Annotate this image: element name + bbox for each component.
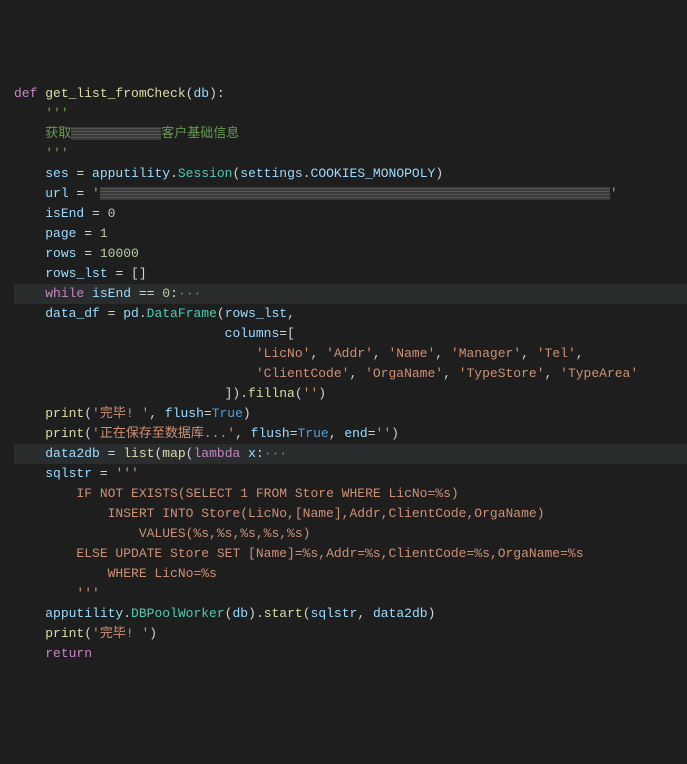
line-page: page = 1	[14, 224, 687, 244]
line-url: url = ''	[14, 184, 687, 204]
line-docstring-close: '''	[14, 144, 687, 164]
line-sql3: VALUES(%s,%s,%s,%s,%s)	[14, 524, 687, 544]
line-dbpool: apputility.DBPoolWorker(db).start(sqlstr…	[14, 604, 687, 624]
line-datadf: data_df = pd.DataFrame(rows_lst,	[14, 304, 687, 324]
line-sql2: INSERT INTO Store(LicNo,[Name],Addr,Clie…	[14, 504, 687, 524]
code-editor[interactable]: def get_list_fromCheck(db): ''' 获取客户基础信息…	[14, 84, 687, 664]
line-def: def get_list_fromCheck(db):	[14, 84, 687, 104]
fold-indicator[interactable]: ···	[264, 446, 287, 461]
redacted-region	[71, 127, 161, 140]
line-cols2: 'ClientCode', 'OrgaName', 'TypeStore', '…	[14, 364, 687, 384]
line-docstring-open: '''	[14, 104, 687, 124]
line-sql1: IF NOT EXISTS(SELECT 1 FROM Store WHERE …	[14, 484, 687, 504]
fold-indicator[interactable]: ···	[178, 286, 201, 301]
line-sqlclose: '''	[14, 584, 687, 604]
line-ses: ses = apputility.Session(settings.COOKIE…	[14, 164, 687, 184]
line-sql4: ELSE UPDATE Store SET [Name]=%s,Addr=%s,…	[14, 544, 687, 564]
line-fillna: ]).fillna('')	[14, 384, 687, 404]
line-rowslst: rows_lst = []	[14, 264, 687, 284]
line-while: while isEnd == 0:···	[14, 284, 687, 304]
line-sqlstr: sqlstr = '''	[14, 464, 687, 484]
line-sql5: WHERE LicNo=%s	[14, 564, 687, 584]
line-rows: rows = 10000	[14, 244, 687, 264]
line-print3: print('完毕! ')	[14, 624, 687, 644]
line-cols1: 'LicNo', 'Addr', 'Name', 'Manager', 'Tel…	[14, 344, 687, 364]
line-print2: print('正在保存至数据库...', flush=True, end='')	[14, 424, 687, 444]
line-return: return	[14, 644, 687, 664]
line-data2db: data2db = list(map(lambda x:···	[14, 444, 687, 464]
line-print1: print('完毕! ', flush=True)	[14, 404, 687, 424]
line-isend: isEnd = 0	[14, 204, 687, 224]
line-columns: columns=[	[14, 324, 687, 344]
line-docstring-text: 获取客户基础信息	[14, 124, 687, 144]
redacted-region	[100, 187, 610, 200]
